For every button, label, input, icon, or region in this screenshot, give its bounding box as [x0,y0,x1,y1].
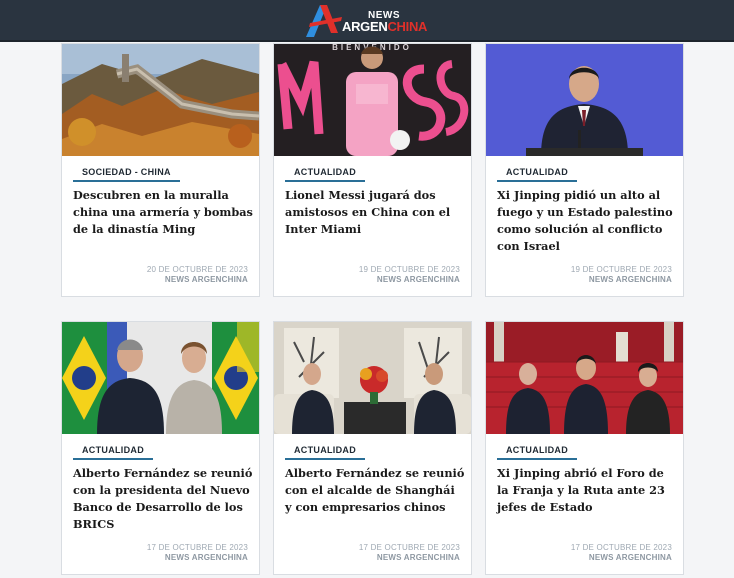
fernandez-rousseff-photo [62,322,259,434]
article-meta: 19 DE OCTUBRE DE 2023 NEWS ARGENCHINA [571,265,672,285]
article-author[interactable]: NEWS ARGENCHINA [147,275,248,285]
article-meta: 17 DE OCTUBRE DE 2023 NEWS ARGENCHINA [359,543,460,563]
article-author[interactable]: NEWS ARGENCHINA [359,275,460,285]
messi-inter-miami-photo: BIENVENIDO [274,44,471,156]
article-title[interactable]: Alberto Fernández se reunió con el alcal… [285,465,465,516]
article-category[interactable]: ACTUALIDAD [285,445,365,460]
article-date: 17 DE OCTUBRE DE 2023 [146,543,248,552]
article-card[interactable]: ACTUALIDAD Alberto Fernández se reunió c… [61,321,260,575]
article-author[interactable]: NEWS ARGENCHINA [571,275,672,285]
article-meta: 20 DE OCTUBRE DE 2023 NEWS ARGENCHINA [147,265,248,285]
article-card[interactable]: ACTUALIDAD Xi Jinping abrió el Foro de l… [485,321,684,575]
article-title[interactable]: Alberto Fernández se reunió con la presi… [73,465,253,533]
article-image[interactable] [274,322,471,434]
article-category[interactable]: SOCIEDAD - CHINA [73,167,180,182]
article-meta: 19 DE OCTUBRE DE 2023 NEWS ARGENCHINA [359,265,460,285]
article-category[interactable]: ACTUALIDAD [285,167,365,182]
article-date: 20 DE OCTUBRE DE 2023 [146,265,248,274]
article-title[interactable]: Xi Jinping abrió el Foro de la Franja y … [497,465,677,516]
logo-brand-part-1: ARGEN [342,19,388,34]
great-wall-photo [62,44,259,156]
article-category[interactable]: ACTUALIDAD [73,445,153,460]
article-category[interactable]: ACTUALIDAD [497,445,577,460]
article-image[interactable]: BIENVENIDO [274,44,471,156]
article-meta: 17 DE OCTUBRE DE 2023 NEWS ARGENCHINA [147,543,248,563]
article-card[interactable]: ACTUALIDAD Alberto Fernández se reunió c… [273,321,472,575]
article-author[interactable]: NEWS ARGENCHINA [359,553,460,563]
article-card[interactable]: ACTUALIDAD Xi Jinping pidió un alto al f… [485,43,684,297]
article-author[interactable]: NEWS ARGENCHINA [571,553,672,563]
article-image[interactable] [486,322,683,434]
article-title[interactable]: Xi Jinping pidió un alto al fuego y un E… [497,187,677,255]
site-logo[interactable]: NEWS ARGENCHINA [304,3,434,39]
article-title[interactable]: Descubren en la muralla china una armerí… [73,187,253,238]
article-image[interactable] [62,44,259,156]
article-date: 19 DE OCTUBRE DE 2023 [570,265,672,274]
shanghai-meeting-photo [274,322,471,434]
article-date: 17 DE OCTUBRE DE 2023 [570,543,672,552]
belt-road-forum-photo [486,322,683,434]
logo-a-mark-icon [306,5,342,37]
logo-brand-text: ARGENCHINA [342,19,427,34]
logo-brand-part-2: CHINA [387,19,428,34]
article-image[interactable] [62,322,259,434]
article-meta: 17 DE OCTUBRE DE 2023 NEWS ARGENCHINA [571,543,672,563]
article-author[interactable]: NEWS ARGENCHINA [147,553,248,563]
article-title[interactable]: Lionel Messi jugará dos amistosos en Chi… [285,187,465,238]
article-card[interactable]: BIENVENIDO ACTUALIDAD Lionel Messi jugar… [273,43,472,297]
article-date: 19 DE OCTUBRE DE 2023 [358,265,460,274]
article-card[interactable]: SOCIEDAD - CHINA Descubren en la muralla… [61,43,260,297]
article-date: 17 DE OCTUBRE DE 2023 [358,543,460,552]
site-header: NEWS ARGENCHINA [0,0,734,42]
article-category[interactable]: ACTUALIDAD [497,167,577,182]
article-image[interactable] [486,44,683,156]
xi-jinping-podium-photo [486,44,683,156]
